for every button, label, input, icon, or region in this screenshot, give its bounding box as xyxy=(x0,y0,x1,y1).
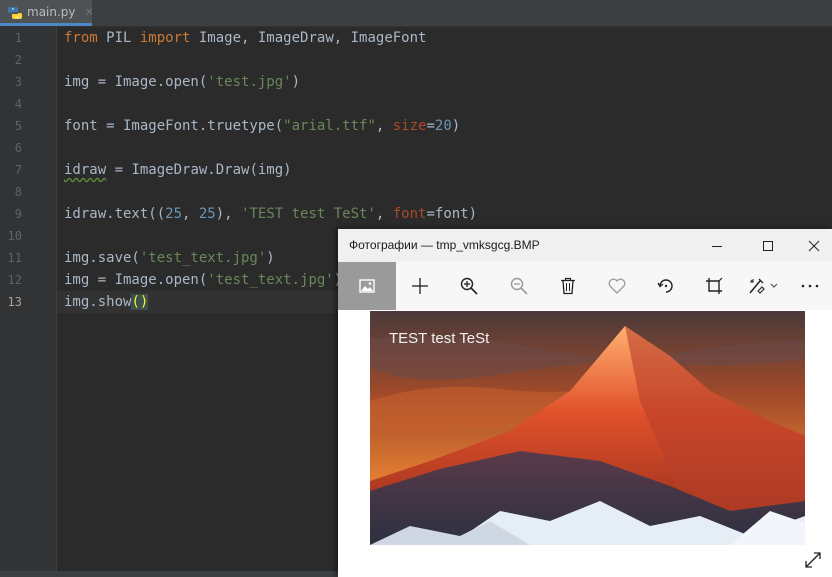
crop-icon xyxy=(706,277,723,294)
crop-button[interactable] xyxy=(690,262,738,310)
line-number: 5 xyxy=(14,119,22,133)
line-number: 2 xyxy=(14,53,22,67)
edit-button[interactable] xyxy=(738,262,788,310)
minimize-icon xyxy=(712,245,722,247)
code-line[interactable]: img.show() xyxy=(64,291,149,313)
code-token: img = Image.open( xyxy=(64,272,208,288)
code-token: =font) xyxy=(426,206,478,222)
edit-icon xyxy=(749,278,778,294)
line-number: 10 xyxy=(7,229,22,243)
zoom-out-icon xyxy=(510,277,528,295)
code-token: 25 xyxy=(198,206,216,222)
favorite-button[interactable] xyxy=(592,262,642,310)
image-view-icon xyxy=(359,279,375,293)
code-token: , xyxy=(182,206,199,222)
more-icon xyxy=(801,284,819,288)
code-line[interactable]: img = Image.open('test_text.jpg') xyxy=(64,269,342,291)
photo-canvas: TEST test TeSt xyxy=(338,310,832,577)
code-line[interactable]: font = ImageFont.truetype("arial.ttf", s… xyxy=(64,115,460,137)
tab-main-py[interactable]: main.py × xyxy=(0,0,94,26)
code-token: PIL xyxy=(97,30,140,46)
code-token: () xyxy=(131,294,149,310)
editor-tab-bar: main.py × xyxy=(0,0,832,27)
line-number: 6 xyxy=(14,141,22,155)
delete-icon xyxy=(561,277,575,295)
code-token: size xyxy=(392,118,427,134)
line-number: 7 xyxy=(14,163,22,177)
code-token: idraw xyxy=(64,162,107,178)
code-token: 'TEST test TeSt' xyxy=(241,206,376,222)
code-token: 'test_text.jpg' xyxy=(207,272,334,288)
delete-button[interactable] xyxy=(544,262,592,310)
add-icon xyxy=(412,278,428,294)
maximize-icon xyxy=(763,240,773,251)
code-token: from xyxy=(64,30,98,46)
rotate-button[interactable] xyxy=(642,262,690,310)
minimize-button[interactable] xyxy=(694,229,740,262)
code-token: font = ImageFont.truetype( xyxy=(64,118,284,134)
zoom-in-icon xyxy=(460,277,478,295)
expand-icon xyxy=(805,552,821,568)
code-token: idraw.text(( xyxy=(64,206,166,222)
code-token: "arial.ttf" xyxy=(283,118,376,134)
code-token: 'test.jpg' xyxy=(207,74,292,90)
line-number-gutter: 1 2 3 4 5 6 7 8 9 10 11 12 13 xyxy=(0,26,57,577)
line-number: 9 xyxy=(14,207,22,221)
zoom-out-button[interactable] xyxy=(494,262,544,310)
line-number: 8 xyxy=(14,185,22,199)
code-token: , xyxy=(375,118,393,134)
tab-close-icon[interactable]: × xyxy=(85,5,94,18)
code-token: Image, ImageDraw, ImageFont xyxy=(190,30,427,46)
code-line[interactable]: idraw = ImageDraw.Draw(img) xyxy=(64,159,292,181)
code-line[interactable]: idraw.text((25, 25), 'TEST test TeSt', f… xyxy=(64,203,477,225)
code-token: font xyxy=(392,206,427,222)
code-token: img.show xyxy=(64,294,132,310)
code-line[interactable]: img.save('test_text.jpg') xyxy=(64,247,275,269)
photos-window: Фотографии — tmp_vmksgcg.BMP TEST test T… xyxy=(338,229,832,577)
python-file-icon xyxy=(8,5,22,19)
fullscreen-button[interactable] xyxy=(802,549,824,571)
rotate-icon xyxy=(657,279,673,293)
tab-label: main.py xyxy=(27,4,76,19)
image-view-button[interactable] xyxy=(338,262,396,310)
code-token: img = Image.open( xyxy=(64,74,208,90)
line-number: 13 xyxy=(7,295,22,309)
favorite-icon xyxy=(608,278,626,294)
photo-overlay-text: TEST test TeSt xyxy=(389,330,490,347)
more-button[interactable] xyxy=(788,262,832,310)
code-token: , xyxy=(375,206,393,222)
line-number: 1 xyxy=(14,31,22,45)
displayed-photo: TEST test TeSt xyxy=(370,311,805,545)
code-token: ) xyxy=(291,74,301,90)
line-number: 4 xyxy=(14,97,22,111)
add-button[interactable] xyxy=(396,262,444,310)
code-token: import xyxy=(139,30,191,46)
code-token: 20 xyxy=(434,118,452,134)
line-number: 11 xyxy=(7,251,22,265)
photos-window-title: Фотографии — tmp_vmksgcg.BMP xyxy=(349,238,540,252)
close-button[interactable] xyxy=(791,229,832,262)
line-number: 3 xyxy=(14,75,22,89)
line-number: 12 xyxy=(7,273,22,287)
code-line[interactable]: from PIL import Image, ImageDraw, ImageF… xyxy=(64,27,426,49)
code-line[interactable]: img = Image.open('test.jpg') xyxy=(64,71,300,93)
code-token: = ImageDraw.Draw(img) xyxy=(106,162,292,178)
photos-toolbar xyxy=(338,262,832,310)
photos-titlebar[interactable]: Фотографии — tmp_vmksgcg.BMP xyxy=(338,229,832,262)
code-token: 'test_text.jpg' xyxy=(139,250,267,266)
zoom-in-button[interactable] xyxy=(444,262,494,310)
close-icon xyxy=(808,240,820,251)
code-token: ) xyxy=(266,250,275,266)
code-token: img.save( xyxy=(64,250,140,266)
code-token: ), xyxy=(215,206,242,222)
code-token: ) xyxy=(451,118,461,134)
code-token: 25 xyxy=(165,206,183,222)
code-token: = xyxy=(426,118,435,134)
maximize-button[interactable] xyxy=(745,229,791,262)
